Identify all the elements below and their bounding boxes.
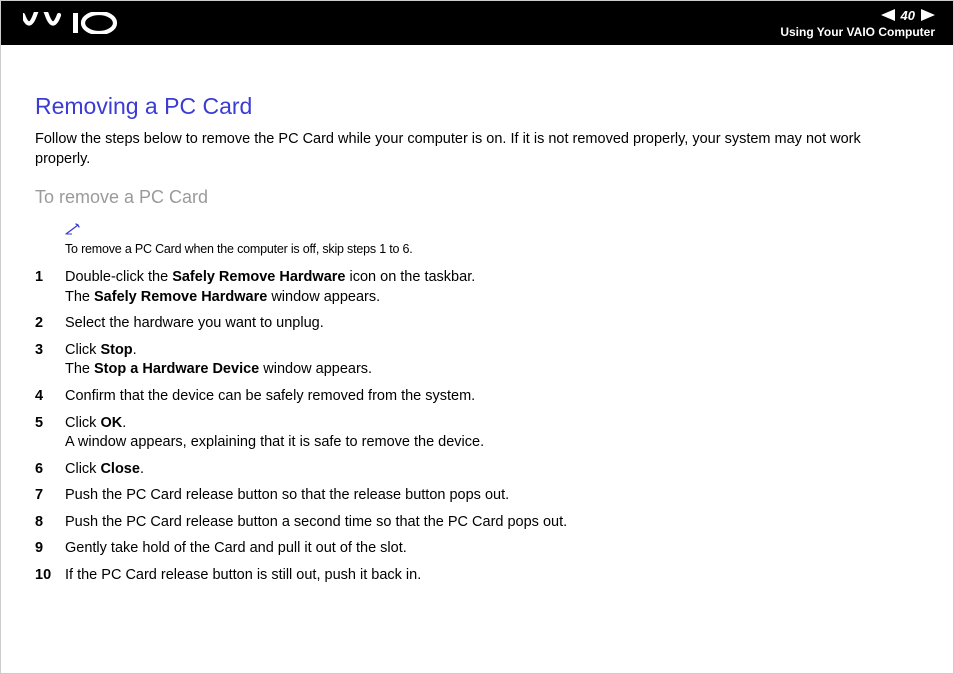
step-text: Click Close. xyxy=(65,460,919,480)
step-number: 5 xyxy=(35,414,65,434)
header-bar: 40 Using Your VAIO Computer xyxy=(1,1,953,45)
next-page-arrow[interactable] xyxy=(921,9,935,21)
step-item: 7Push the PC Card release button so that… xyxy=(35,486,919,506)
main-heading: Removing a PC Card xyxy=(35,93,919,120)
step-number: 3 xyxy=(35,341,65,361)
step-item: 10If the PC Card release button is still… xyxy=(35,566,919,586)
step-item: 3Click Stop.The Stop a Hardware Device w… xyxy=(35,341,919,380)
step-text: If the PC Card release button is still o… xyxy=(65,566,919,586)
step-item: 6Click Close. xyxy=(35,460,919,480)
step-text: Push the PC Card release button a second… xyxy=(65,513,919,533)
step-text: Click OK.A window appears, explaining th… xyxy=(65,414,919,453)
step-number: 1 xyxy=(35,268,65,288)
note-icon xyxy=(65,222,81,238)
step-text: Gently take hold of the Card and pull it… xyxy=(65,539,919,559)
step-number: 6 xyxy=(35,460,65,480)
step-item: 4Confirm that the device can be safely r… xyxy=(35,387,919,407)
step-number: 10 xyxy=(35,566,65,586)
step-number: 7 xyxy=(35,486,65,506)
step-text: Push the PC Card release button so that … xyxy=(65,486,919,506)
intro-paragraph: Follow the steps below to remove the PC … xyxy=(35,130,919,169)
step-item: 9Gently take hold of the Card and pull i… xyxy=(35,539,919,559)
vaio-logo xyxy=(23,12,123,34)
header-right: 40 Using Your VAIO Computer xyxy=(780,8,935,39)
note-block: To remove a PC Card when the computer is… xyxy=(65,222,919,256)
step-number: 4 xyxy=(35,387,65,407)
page-number: 40 xyxy=(901,8,915,23)
step-item: 2Select the hardware you want to unplug. xyxy=(35,314,919,334)
step-item: 1Double-click the Safely Remove Hardware… xyxy=(35,268,919,307)
page-nav: 40 xyxy=(881,8,935,23)
note-text: To remove a PC Card when the computer is… xyxy=(65,242,919,256)
step-text: Confirm that the device can be safely re… xyxy=(65,387,919,407)
step-number: 8 xyxy=(35,513,65,533)
sub-heading: To remove a PC Card xyxy=(35,187,919,208)
step-text: Double-click the Safely Remove Hardware … xyxy=(65,268,919,307)
prev-page-arrow[interactable] xyxy=(881,9,895,21)
step-item: 5Click OK.A window appears, explaining t… xyxy=(35,414,919,453)
page-content: Removing a PC Card Follow the steps belo… xyxy=(1,45,953,585)
steps-list: 1Double-click the Safely Remove Hardware… xyxy=(35,268,919,585)
step-number: 2 xyxy=(35,314,65,334)
step-text: Select the hardware you want to unplug. xyxy=(65,314,919,334)
step-item: 8Push the PC Card release button a secon… xyxy=(35,513,919,533)
step-number: 9 xyxy=(35,539,65,559)
step-text: Click Stop.The Stop a Hardware Device wi… xyxy=(65,341,919,380)
section-label: Using Your VAIO Computer xyxy=(780,25,935,39)
